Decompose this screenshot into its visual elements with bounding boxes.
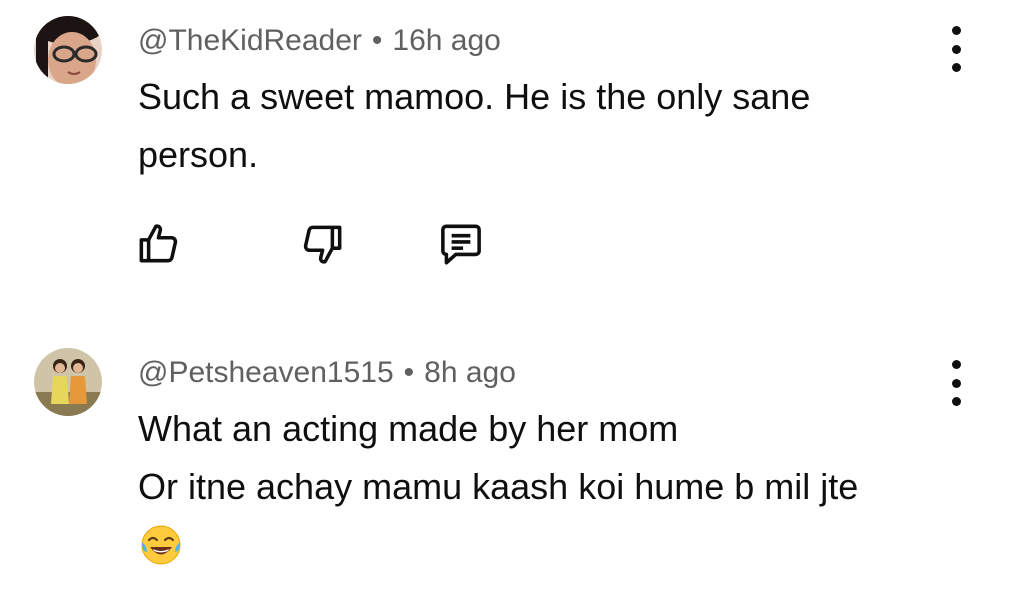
face-with-tears-of-joy-icon — [138, 522, 184, 568]
dislike-button[interactable] — [298, 219, 348, 269]
more-vert-icon[interactable] — [944, 360, 968, 406]
comment-meta: @TheKidReader • 16h ago — [138, 24, 501, 58]
user-avatar-two-girls-icon[interactable] — [34, 348, 102, 416]
more-vert-icon[interactable] — [944, 26, 968, 72]
meta-separator: • — [403, 356, 415, 389]
comment-text: What an acting made by her mom Or itne a… — [138, 400, 918, 516]
comment-text-line: Or itne achay mamu kaash koi hume b mil … — [138, 466, 859, 507]
thumbs-down-icon — [303, 225, 342, 264]
like-button[interactable] — [133, 219, 183, 269]
comment-text-line: What an acting made by her mom — [138, 408, 679, 449]
user-avatar-glasses-icon[interactable] — [34, 16, 102, 84]
comment-author-handle[interactable]: @Petsheaven1515 — [138, 356, 394, 389]
comment-text: Such a sweet mamoo. He is the only sane … — [138, 68, 918, 184]
comment-text-line: person. — [138, 134, 259, 175]
comment-author-handle[interactable]: @TheKidReader — [138, 24, 362, 57]
comment-timestamp[interactable]: 8h ago — [424, 356, 516, 389]
comment-text-line: Such a sweet mamoo. He is the only sane — [138, 76, 811, 117]
reply-button[interactable] — [436, 219, 486, 269]
meta-separator: • — [371, 24, 383, 57]
thumbs-up-icon — [139, 224, 178, 263]
reply-comment-icon — [441, 224, 481, 265]
comment-meta: @Petsheaven1515 • 8h ago — [138, 356, 516, 390]
comment-timestamp[interactable]: 16h ago — [392, 24, 500, 57]
